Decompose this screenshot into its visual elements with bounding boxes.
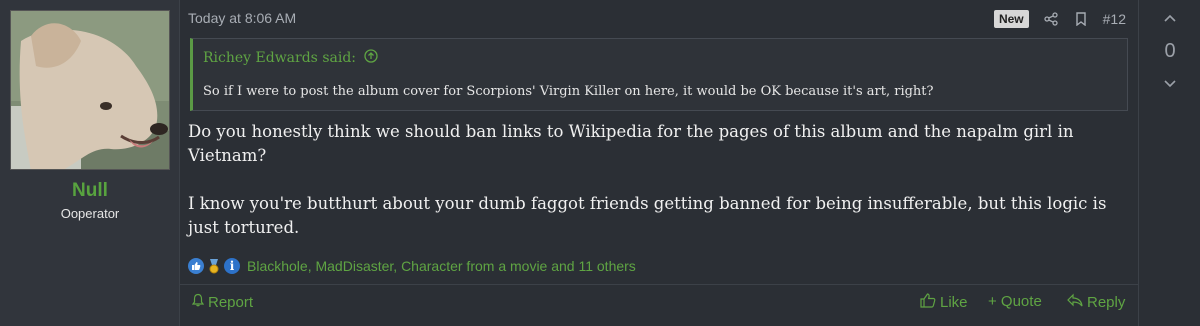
user-sidebar: Null Ooperator — [0, 0, 180, 326]
reply-label: Reply — [1087, 293, 1126, 311]
vote-column: 0 — [1138, 0, 1200, 326]
post-main: Today at 8:06 AM New #12 Richey Edwards … — [180, 0, 1138, 326]
quote-button[interactable]: + Quote — [988, 293, 1042, 310]
quote-text: So if I were to post the album cover for… — [203, 84, 934, 99]
informative-reaction-icon: i — [224, 258, 240, 274]
vote-count: 0 — [1164, 40, 1176, 62]
chevron-down-icon[interactable] — [1160, 76, 1180, 92]
new-badge: New — [993, 10, 1029, 28]
like-label: Like — [940, 294, 968, 311]
post-paragraph: I know you're butthurt about your dumb f… — [188, 194, 1107, 237]
like-button[interactable]: Like — [920, 293, 968, 312]
post-number-link[interactable]: #12 — [1103, 11, 1126, 27]
bookmark-icon[interactable] — [1073, 11, 1089, 27]
quote-title[interactable]: Richey Edwards said: — [203, 49, 378, 67]
report-button[interactable]: Report — [191, 293, 254, 311]
reactions-bar[interactable]: i Blackhole, MadDisaster, Character from… — [188, 256, 636, 276]
user-title: Ooperator — [60, 206, 120, 221]
quote-block: Richey Edwards said: So if I were to pos… — [190, 38, 1128, 111]
like-reaction-icon — [188, 258, 204, 274]
post-date[interactable]: Today at 8:06 AM — [188, 10, 296, 26]
arrow-up-circle-icon[interactable] — [364, 49, 378, 67]
winner-reaction-icon — [206, 258, 222, 274]
forum-post: Null Ooperator Today at 8:06 AM New #12 … — [0, 0, 1200, 326]
post-footer: Report Like + Quote Reply — [180, 284, 1138, 326]
report-label: Report — [208, 293, 254, 311]
dog-avatar-icon[interactable] — [10, 10, 170, 170]
reactions-list[interactable]: Blackhole, MadDisaster, Character from a… — [247, 258, 636, 274]
chevron-up-icon[interactable] — [1160, 10, 1180, 26]
thumbs-up-icon — [920, 293, 936, 312]
post-paragraph: Do you honestly think we should ban link… — [188, 122, 1074, 165]
post-header-tools: New #12 — [993, 8, 1126, 30]
share-icon[interactable] — [1043, 11, 1059, 27]
post-body: Do you honestly think we should ban link… — [188, 120, 1118, 240]
reply-button[interactable]: Reply — [1067, 293, 1125, 311]
reply-arrow-icon — [1067, 293, 1083, 311]
quote-author[interactable]: Richey Edwards said: — [203, 50, 356, 66]
bell-icon — [191, 293, 205, 311]
username[interactable]: Null — [0, 180, 180, 202]
